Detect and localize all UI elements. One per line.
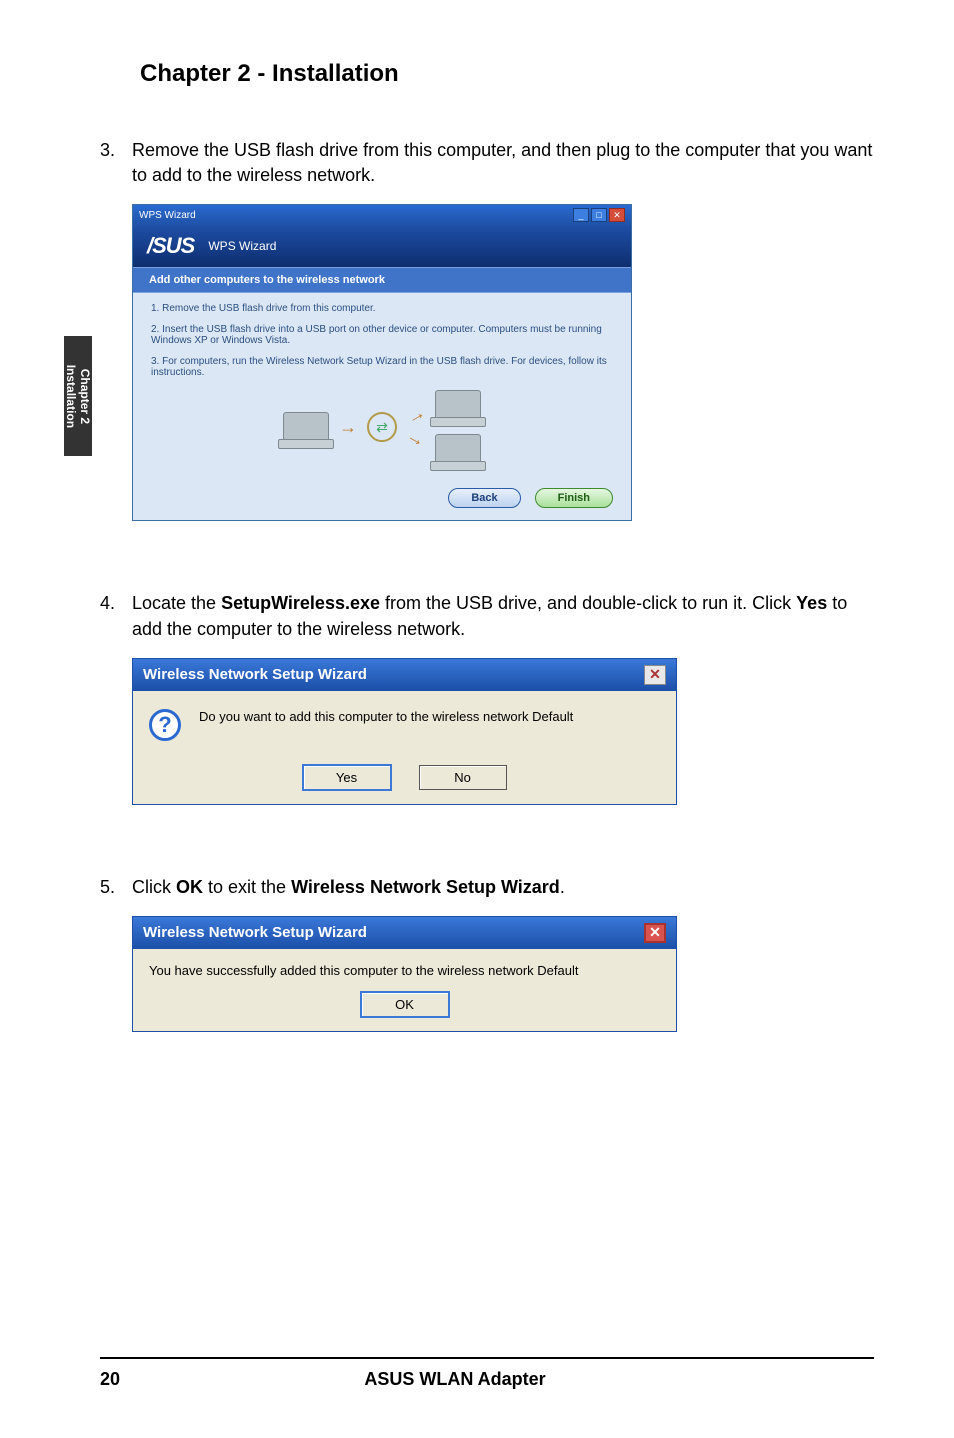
step-3-num: 3. (100, 138, 132, 188)
laptop-icon (435, 390, 481, 420)
minimize-icon[interactable]: _ (573, 208, 589, 222)
arrow-right-icon: → (339, 417, 357, 438)
wps-illustration: → ⇄ → → (151, 390, 613, 464)
step-5-suffix: . (560, 877, 565, 897)
side-tab-line2: Installation (64, 364, 78, 427)
step-4-bold1: SetupWireless.exe (221, 593, 380, 613)
confirm-dialog-message: Do you want to add this computer to the … (199, 709, 573, 724)
confirm-dialog-title: Wireless Network Setup Wizard (143, 666, 367, 683)
no-button[interactable]: No (419, 765, 507, 790)
step-3-text: Remove the USB flash drive from this com… (132, 138, 874, 188)
step-4-bold2: Yes (796, 593, 827, 613)
step-4-text: Locate the SetupWireless.exe from the US… (132, 591, 874, 641)
step-5-num: 5. (100, 875, 132, 900)
step-4: 4. Locate the SetupWireless.exe from the… (100, 591, 874, 641)
confirm-dialog-titlebar: Wireless Network Setup Wizard ✕ (133, 659, 676, 691)
close-icon[interactable]: ✕ (644, 665, 666, 685)
step-3: 3. Remove the USB flash drive from this … (100, 138, 874, 188)
confirm-dialog: Wireless Network Setup Wizard ✕ ? Do you… (132, 658, 677, 805)
chapter-title: Chapter 2 - Installation (140, 60, 874, 88)
wps-body: 1. Remove the USB flash drive from this … (133, 293, 631, 520)
finish-button[interactable]: Finish (535, 488, 613, 508)
close-icon[interactable]: ✕ (644, 923, 666, 943)
step-5-mid: to exit the (203, 877, 291, 897)
ok-button[interactable]: OK (361, 992, 449, 1017)
step-5-bold2: Wireless Network Setup Wizard (291, 877, 560, 897)
asus-logo: /SUS (147, 233, 194, 259)
wps-brand-sub: WPS Wizard (208, 239, 276, 253)
back-button[interactable]: Back (448, 488, 520, 508)
wps-line2: 2. Insert the USB flash drive into a USB… (151, 324, 613, 346)
success-dialog: Wireless Network Setup Wizard ✕ You have… (132, 916, 677, 1032)
maximize-icon[interactable]: □ (591, 208, 607, 222)
arrow-upper-icon: → (403, 402, 429, 429)
wps-line3: 3. For computers, run the Wireless Netwo… (151, 356, 613, 378)
usb-icon: ⇄ (367, 412, 397, 442)
page-number: 20 (100, 1369, 120, 1390)
page-footer: 20 ASUS WLAN Adapter (0, 1357, 954, 1390)
step-5-text: Click OK to exit the Wireless Network Se… (132, 875, 874, 900)
side-tab-line1: Chapter 2 (78, 364, 92, 427)
wps-wizard-window: WPS Wizard _ □ ✕ /SUS WPS Wizard Add oth… (132, 204, 632, 521)
success-dialog-title: Wireless Network Setup Wizard (143, 924, 367, 941)
laptop-icon (283, 412, 329, 442)
close-icon[interactable]: ✕ (609, 208, 625, 222)
step-5-bold1: OK (176, 877, 203, 897)
yes-button[interactable]: Yes (303, 765, 391, 790)
arrow-lower-icon: → (403, 425, 429, 452)
step-5: 5. Click OK to exit the Wireless Network… (100, 875, 874, 900)
wps-banner: Add other computers to the wireless netw… (133, 267, 631, 293)
success-dialog-titlebar: Wireless Network Setup Wizard ✕ (133, 917, 676, 949)
product-name: ASUS WLAN Adapter (364, 1369, 545, 1390)
success-dialog-message: You have successfully added this compute… (149, 963, 660, 978)
wps-line1: 1. Remove the USB flash drive from this … (151, 303, 613, 314)
wps-brand-bar: /SUS WPS Wizard (133, 225, 631, 267)
wps-titlebar: WPS Wizard _ □ ✕ (133, 205, 631, 225)
laptop-icon (435, 434, 481, 464)
side-tab: Chapter 2 Installation (64, 336, 92, 456)
step-5-prefix: Click (132, 877, 176, 897)
question-icon: ? (149, 709, 181, 741)
step-4-mid: from the USB drive, and double-click to … (380, 593, 796, 613)
step-4-prefix: Locate the (132, 593, 221, 613)
wps-title-text: WPS Wizard (139, 210, 196, 221)
step-4-num: 4. (100, 591, 132, 641)
